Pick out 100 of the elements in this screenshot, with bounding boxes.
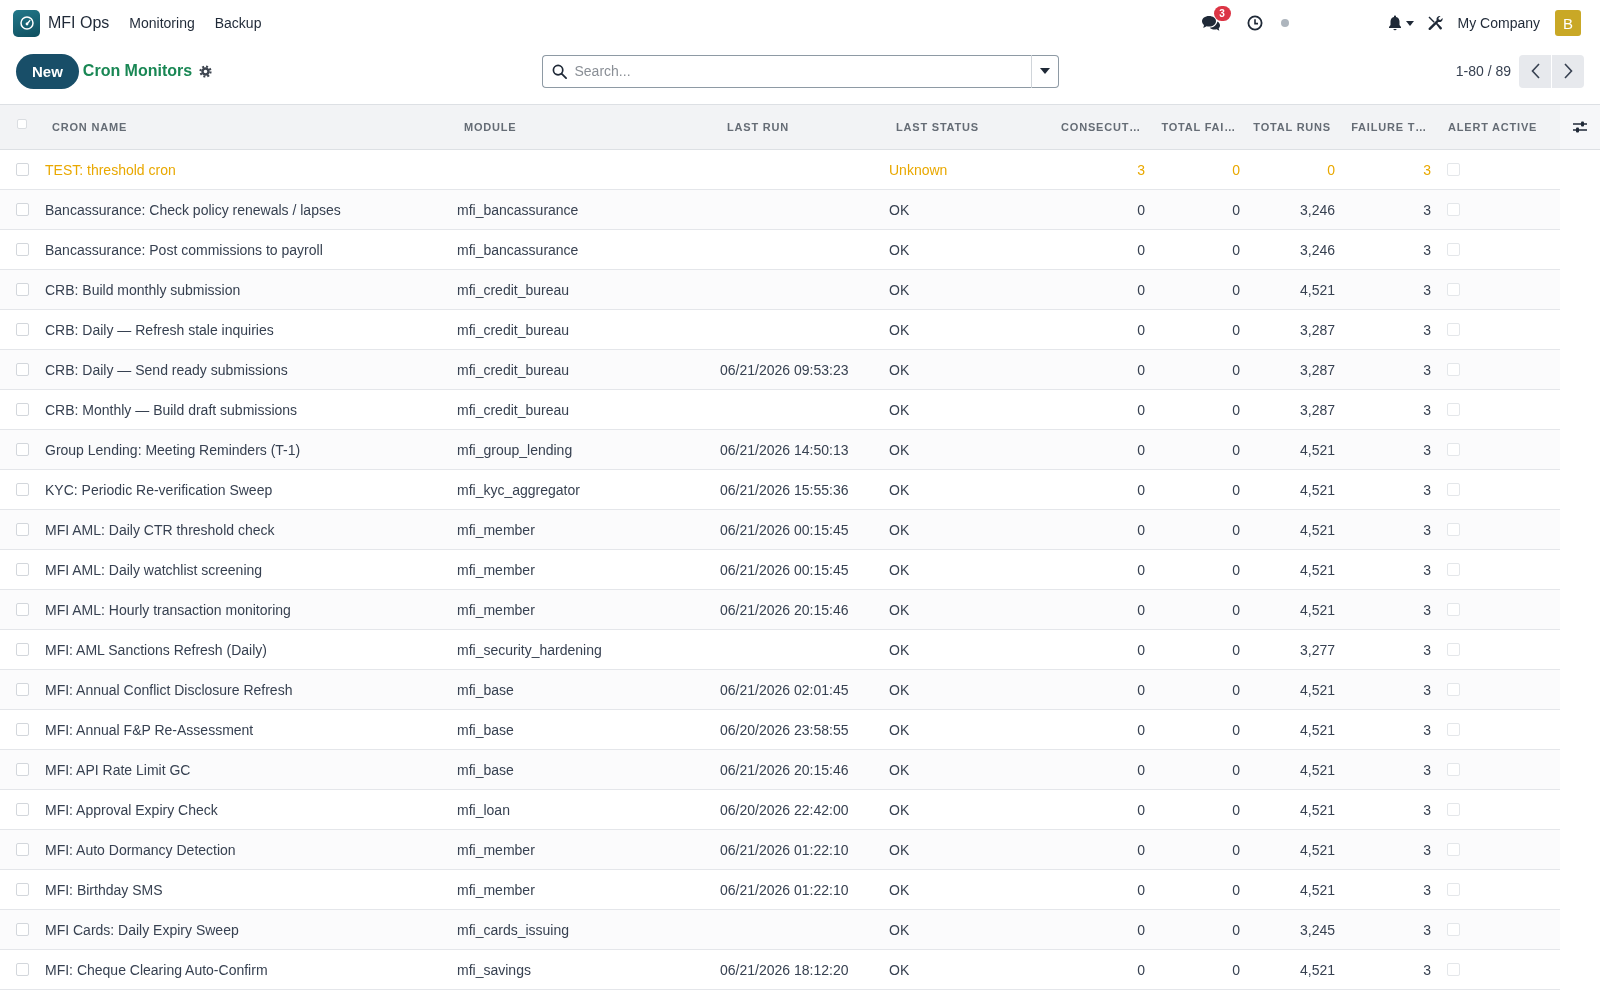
row-checkbox[interactable] <box>16 363 29 376</box>
alert-active-checkbox[interactable] <box>1447 883 1460 896</box>
row-checkbox[interactable] <box>16 523 29 536</box>
caret-icon[interactable] <box>1405 20 1414 26</box>
chat-icon[interactable] <box>1200 15 1221 31</box>
alert-active-checkbox[interactable] <box>1447 923 1460 936</box>
alert-active-checkbox[interactable] <box>1447 163 1460 176</box>
search-field[interactable]: Search... <box>541 54 1031 88</box>
row-checkbox[interactable] <box>16 803 29 816</box>
last-run-date: 06/21/2026 00:15:45 <box>720 521 849 538</box>
alert-active-checkbox[interactable] <box>1447 603 1460 616</box>
company-name[interactable]: My Company <box>1457 15 1540 31</box>
count-value: 3,287 <box>1299 401 1335 418</box>
column-header[interactable]: TOTAL FAI… <box>1161 121 1236 133</box>
settings-icon[interactable] <box>199 64 213 78</box>
column-header[interactable]: ALERT ACTIVE <box>1448 121 1538 133</box>
count-value: 0 <box>1232 281 1240 298</box>
alert-active-checkbox[interactable] <box>1447 283 1460 296</box>
row-checkbox[interactable] <box>16 923 29 936</box>
count-value: 0 <box>1232 761 1240 778</box>
clock-icon[interactable] <box>1246 15 1263 31</box>
module-name: mfi_cards_issuing <box>457 921 570 938</box>
row-checkbox[interactable] <box>16 243 29 256</box>
count-value: 0 <box>1232 441 1240 458</box>
count-value: 3 <box>1423 721 1431 738</box>
new-button[interactable]: New <box>16 53 79 89</box>
row-checkbox[interactable] <box>16 283 29 296</box>
pager-value[interactable]: 1-80 / 89 <box>1455 63 1511 79</box>
last-run-date: 06/21/2026 20:15:46 <box>720 761 849 778</box>
count-value: 3 <box>1423 321 1431 338</box>
count-value: 0 <box>1137 201 1145 218</box>
count-value: 3,287 <box>1299 321 1335 338</box>
bell-icon[interactable] <box>1387 15 1402 31</box>
status-dot-icon <box>1280 19 1289 27</box>
cron-name: MFI: Annual F&P Re-Assessment <box>45 721 254 738</box>
row-checkbox[interactable] <box>16 483 29 496</box>
alert-active-checkbox[interactable] <box>1447 323 1460 336</box>
status-label: Unknown <box>889 161 948 178</box>
row-checkbox[interactable] <box>16 683 29 696</box>
row-checkbox[interactable] <box>16 563 29 576</box>
last-run-date: 06/20/2026 22:42:00 <box>720 801 849 818</box>
column-header[interactable]: MODULE <box>464 121 517 133</box>
row-checkbox[interactable] <box>16 963 29 976</box>
tools-icon[interactable] <box>1426 15 1443 31</box>
alert-active-checkbox[interactable] <box>1447 243 1460 256</box>
select-all-checkbox[interactable] <box>17 119 27 129</box>
menu-item[interactable]: Monitoring <box>119 11 205 35</box>
row-checkbox[interactable] <box>16 323 29 336</box>
previous-page-button[interactable] <box>1519 54 1551 88</box>
row-checkbox[interactable] <box>16 163 29 176</box>
count-value: 4,521 <box>1299 281 1335 298</box>
column-header[interactable]: LAST STATUS <box>896 121 979 133</box>
count-value: 4,521 <box>1299 441 1335 458</box>
module-name: mfi_base <box>457 721 514 738</box>
count-value: 3 <box>1423 841 1431 858</box>
app-name[interactable]: MFI Ops <box>48 14 110 32</box>
column-header[interactable]: LAST RUN <box>727 121 789 133</box>
cron-name: CRB: Monthly — Build draft submissions <box>45 401 298 418</box>
alert-active-checkbox[interactable] <box>1447 443 1460 456</box>
alert-active-checkbox[interactable] <box>1447 843 1460 856</box>
alert-active-checkbox[interactable] <box>1447 363 1460 376</box>
count-value: 4,521 <box>1299 761 1335 778</box>
count-value: 3 <box>1423 161 1431 178</box>
cron-name: TEST: threshold cron <box>45 161 176 178</box>
count-value: 0 <box>1137 441 1145 458</box>
next-page-button[interactable] <box>1552 54 1584 88</box>
row-checkbox[interactable] <box>16 203 29 216</box>
alert-active-checkbox[interactable] <box>1447 403 1460 416</box>
sliders-icon[interactable] <box>1572 120 1588 134</box>
alert-active-checkbox[interactable] <box>1447 763 1460 776</box>
count-value: 3 <box>1423 561 1431 578</box>
status-label: OK <box>889 401 910 418</box>
row-checkbox[interactable] <box>16 603 29 616</box>
app-logo-icon[interactable] <box>13 9 40 37</box>
column-header[interactable]: FAILURE T… <box>1351 121 1427 133</box>
row-checkbox[interactable] <box>16 723 29 736</box>
row-checkbox[interactable] <box>16 843 29 856</box>
search-icon <box>551 63 567 79</box>
alert-active-checkbox[interactable] <box>1447 483 1460 496</box>
alert-active-checkbox[interactable] <box>1447 803 1460 816</box>
alert-active-checkbox[interactable] <box>1447 723 1460 736</box>
alert-active-checkbox[interactable] <box>1447 963 1460 976</box>
status-label: OK <box>889 601 910 618</box>
menu-item[interactable]: Backup <box>204 11 272 35</box>
row-checkbox[interactable] <box>16 883 29 896</box>
row-checkbox[interactable] <box>16 443 29 456</box>
alert-active-checkbox[interactable] <box>1447 203 1460 216</box>
alert-active-checkbox[interactable] <box>1447 683 1460 696</box>
row-checkbox[interactable] <box>16 643 29 656</box>
row-checkbox[interactable] <box>16 403 29 416</box>
column-header[interactable]: CONSECUT… <box>1061 121 1141 133</box>
row-checkbox[interactable] <box>16 763 29 776</box>
column-header[interactable]: TOTAL RUNS <box>1253 121 1331 133</box>
status-label: OK <box>889 841 910 858</box>
alert-active-checkbox[interactable] <box>1447 523 1460 536</box>
module-name: mfi_bancassurance <box>457 201 579 218</box>
alert-active-checkbox[interactable] <box>1447 563 1460 576</box>
column-header[interactable]: CRON NAME <box>52 121 128 133</box>
alert-active-checkbox[interactable] <box>1447 643 1460 656</box>
search-options-button[interactable] <box>1030 54 1059 88</box>
